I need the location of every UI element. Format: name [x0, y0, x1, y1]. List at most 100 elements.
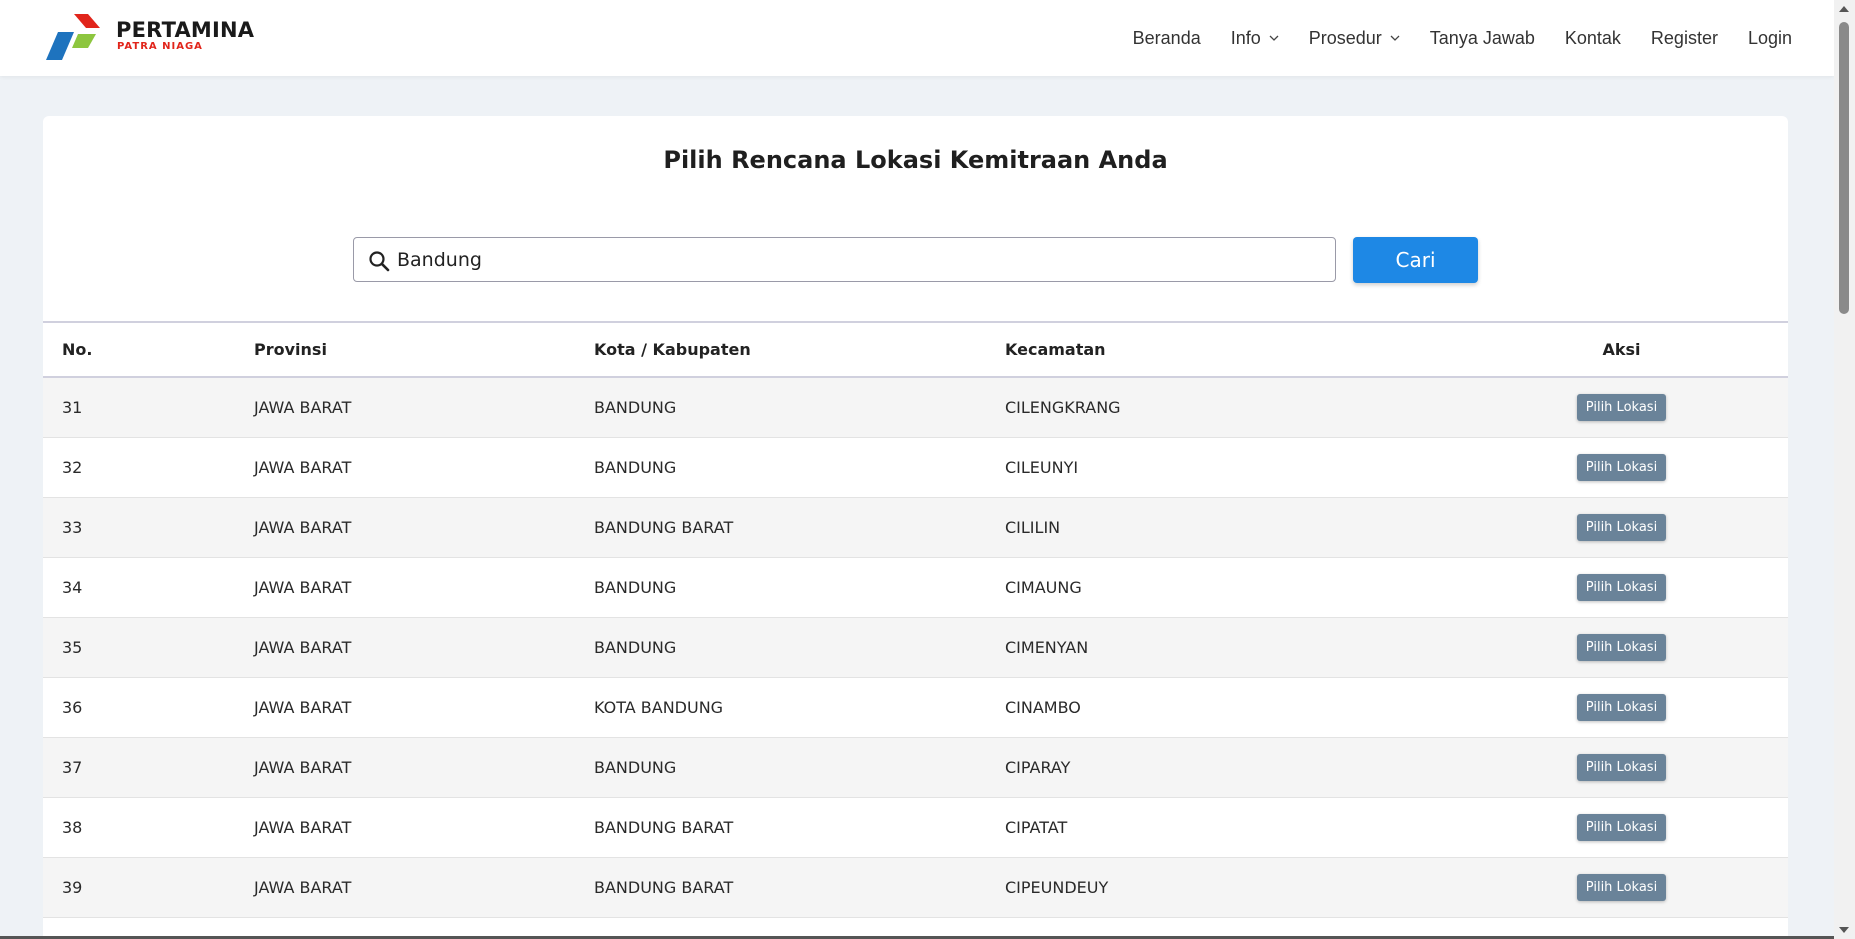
location-table: No. Provinsi Kota / Kabupaten Kecamatan … [43, 321, 1788, 918]
table-row: 36 JAWA BARAT KOTA BANDUNG CINAMBO Pilih… [43, 677, 1788, 737]
search-input[interactable] [397, 238, 1317, 281]
nav-prosedur[interactable]: Prosedur [1309, 28, 1400, 49]
search-box[interactable] [353, 237, 1336, 282]
nav-label: Beranda [1132, 27, 1201, 48]
header-provinsi: Provinsi [254, 340, 327, 359]
cell-provinsi: JAWA BARAT [254, 697, 352, 717]
search-button[interactable]: Cari [1353, 237, 1478, 283]
cell-aksi: Pilih Lokasi [1455, 377, 1788, 437]
cell-no: 38 [62, 817, 83, 837]
cell-aksi: Pilih Lokasi [1455, 737, 1788, 797]
cell-kecamatan: CILENGKRANG [1005, 397, 1121, 417]
cell-no: 36 [62, 697, 83, 717]
cell-kota: BANDUNG [594, 577, 677, 597]
pilih-lokasi-button[interactable]: Pilih Lokasi [1576, 393, 1667, 421]
cell-kota: BANDUNG [594, 397, 677, 417]
chevron-down-icon [1390, 35, 1400, 41]
header-kecamatan: Kecamatan [1005, 340, 1106, 359]
cell-aksi: Pilih Lokasi [1455, 437, 1788, 497]
pilih-lokasi-button[interactable]: Pilih Lokasi [1576, 693, 1667, 721]
nav-label: Info [1230, 27, 1261, 48]
table-row: 37 JAWA BARAT BANDUNG CIPARAY Pilih Loka… [43, 737, 1788, 797]
cell-no: 37 [62, 757, 83, 777]
cell-kecamatan: CIMENYAN [1005, 637, 1089, 657]
cell-kecamatan: CIPARAY [1005, 757, 1071, 777]
cell-kota: BANDUNG [594, 457, 677, 477]
cell-provinsi: JAWA BARAT [254, 877, 352, 897]
pilih-lokasi-button[interactable]: Pilih Lokasi [1576, 633, 1667, 661]
cell-no: 35 [62, 637, 83, 657]
cell-kota: KOTA BANDUNG [594, 697, 724, 717]
pilih-lokasi-button[interactable]: Pilih Lokasi [1576, 873, 1667, 901]
cell-provinsi: JAWA BARAT [254, 517, 352, 537]
pertamina-logo[interactable]: PERTAMINA PATRA NIAGA [44, 14, 254, 64]
cell-no: 33 [62, 517, 83, 537]
cell-aksi: Pilih Lokasi [1455, 797, 1788, 857]
cell-kota: BANDUNG BARAT [594, 517, 734, 537]
pilih-lokasi-button[interactable]: Pilih Lokasi [1576, 453, 1667, 481]
header-no: No. [62, 340, 93, 359]
nav-beranda[interactable]: Beranda [1133, 28, 1201, 49]
main-nav: Beranda Info Prosedur Tanya Jawab Kontak… [1133, 0, 1792, 76]
cell-kecamatan: CIPEUNDEUY [1005, 877, 1109, 897]
pilih-lokasi-button[interactable]: Pilih Lokasi [1576, 813, 1667, 841]
cell-kecamatan: CIMAUNG [1005, 577, 1082, 597]
cell-provinsi: JAWA BARAT [254, 397, 352, 417]
cell-kota: BANDUNG BARAT [594, 817, 734, 837]
cell-aksi: Pilih Lokasi [1455, 857, 1788, 917]
site-header: PERTAMINA PATRA NIAGA Beranda Info Prose… [0, 0, 1834, 76]
nav-label: Tanya Jawab [1429, 27, 1535, 48]
search-icon [369, 251, 390, 272]
cell-no: 32 [62, 457, 83, 477]
table-row: 31 JAWA BARAT BANDUNG CILENGKRANG Pilih … [43, 377, 1788, 437]
cell-aksi: Pilih Lokasi [1455, 617, 1788, 677]
pilih-lokasi-button[interactable]: Pilih Lokasi [1576, 573, 1667, 601]
nav-login[interactable]: Login [1748, 28, 1792, 49]
brand-subtitle: PATRA NIAGA [117, 41, 203, 52]
chevron-down-icon [1269, 35, 1279, 41]
table-row: 38 JAWA BARAT BANDUNG BARAT CIPATAT Pili… [43, 797, 1788, 857]
table-row: 35 JAWA BARAT BANDUNG CIMENYAN Pilih Lok… [43, 617, 1788, 677]
nav-register[interactable]: Register [1651, 28, 1718, 49]
scroll-down-arrow-icon[interactable] [1839, 927, 1849, 933]
nav-info[interactable]: Info [1231, 28, 1279, 49]
cell-kecamatan: CINAMBO [1005, 697, 1081, 717]
nav-label: Prosedur [1308, 27, 1382, 48]
table-header-row: No. Provinsi Kota / Kabupaten Kecamatan … [43, 322, 1788, 377]
nav-kontak[interactable]: Kontak [1565, 28, 1621, 49]
cell-provinsi: JAWA BARAT [254, 457, 352, 477]
table-row: 33 JAWA BARAT BANDUNG BARAT CILILIN Pili… [43, 497, 1788, 557]
cell-aksi: Pilih Lokasi [1455, 497, 1788, 557]
nav-label: Kontak [1564, 27, 1621, 48]
nav-label: Register [1650, 27, 1718, 48]
location-table-wrap: No. Provinsi Kota / Kabupaten Kecamatan … [43, 321, 1788, 918]
cell-no: 34 [62, 577, 83, 597]
cell-provinsi: JAWA BARAT [254, 637, 352, 657]
cell-kecamatan: CIPATAT [1005, 817, 1068, 837]
table-row: 34 JAWA BARAT BANDUNG CIMAUNG Pilih Loka… [43, 557, 1788, 617]
brand-name: PERTAMINA [116, 18, 255, 42]
table-row: 32 JAWA BARAT BANDUNG CILEUNYI Pilih Lok… [43, 437, 1788, 497]
pilih-lokasi-button[interactable]: Pilih Lokasi [1576, 753, 1667, 781]
cell-kota: BANDUNG [594, 637, 677, 657]
nav-tanya-jawab[interactable]: Tanya Jawab [1430, 28, 1535, 49]
scrollbar-thumb[interactable] [1839, 22, 1849, 314]
cell-kecamatan: CILILIN [1005, 517, 1061, 537]
table-row: 39 JAWA BARAT BANDUNG BARAT CIPEUNDEUY P… [43, 857, 1788, 917]
cell-aksi: Pilih Lokasi [1455, 557, 1788, 617]
scroll-up-arrow-icon[interactable] [1839, 6, 1849, 12]
page-title: Pilih Rencana Lokasi Kemitraan Anda [663, 146, 1168, 174]
nav-label: Login [1747, 27, 1792, 48]
cell-aksi: Pilih Lokasi [1455, 677, 1788, 737]
cell-kota: BANDUNG [594, 757, 677, 777]
cell-provinsi: JAWA BARAT [254, 757, 352, 777]
location-card: Pilih Rencana Lokasi Kemitraan Anda Cari… [43, 116, 1788, 939]
cell-no: 31 [62, 397, 83, 417]
header-aksi: Aksi [1602, 340, 1641, 359]
pilih-lokasi-button[interactable]: Pilih Lokasi [1576, 513, 1667, 541]
cell-no: 39 [62, 877, 83, 897]
cell-kota: BANDUNG BARAT [594, 877, 734, 897]
cell-provinsi: JAWA BARAT [254, 577, 352, 597]
page-scrollbar[interactable] [1834, 0, 1855, 939]
pertamina-logo-mark-icon [46, 14, 100, 60]
